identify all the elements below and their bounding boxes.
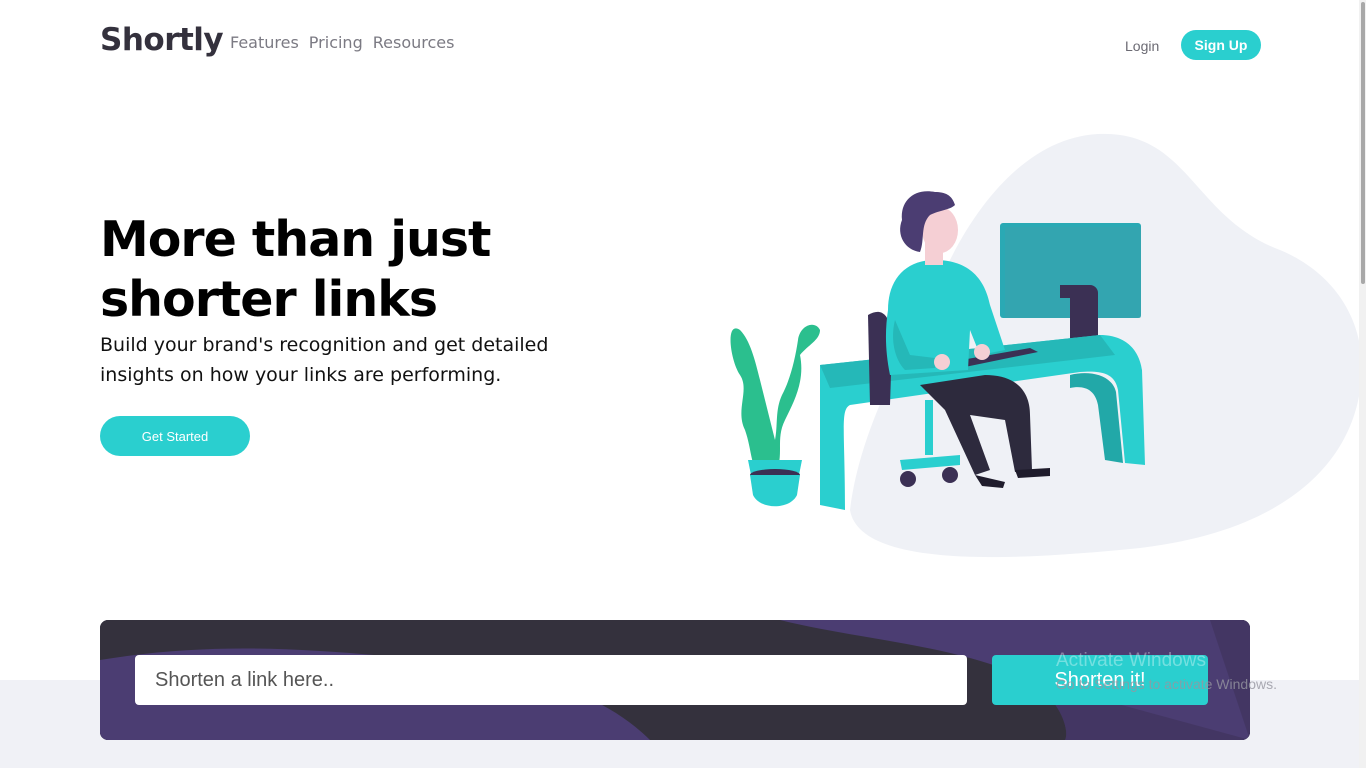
login-link[interactable]: Login: [1125, 38, 1159, 54]
plant-leaves: [730, 324, 820, 475]
hero-subtitle: Build your brand's recognition and get d…: [100, 334, 549, 386]
chair-post: [925, 400, 933, 455]
nav-item-features[interactable]: Features: [230, 33, 299, 52]
signup-button[interactable]: Sign Up: [1181, 30, 1261, 60]
logo[interactable]: Shortly: [100, 22, 224, 58]
nav-item-pricing[interactable]: Pricing: [309, 33, 363, 52]
person-working-at-desk-illustration: [730, 133, 1360, 558]
activate-windows-subtitle: Go to Settings to activate Windows.: [1056, 676, 1277, 692]
scrollbar-thumb[interactable]: [1361, 2, 1365, 284]
main-nav: Features Pricing Resources: [230, 33, 454, 52]
shorten-url-input[interactable]: [135, 655, 967, 705]
chair-wheel: [900, 471, 916, 487]
hands: [934, 354, 950, 370]
activate-windows-title: Activate Windows: [1056, 650, 1206, 671]
nav-item-resources[interactable]: Resources: [373, 33, 455, 52]
get-started-button[interactable]: Get Started: [100, 416, 250, 456]
hero-title: More than just shorter links: [100, 211, 491, 328]
